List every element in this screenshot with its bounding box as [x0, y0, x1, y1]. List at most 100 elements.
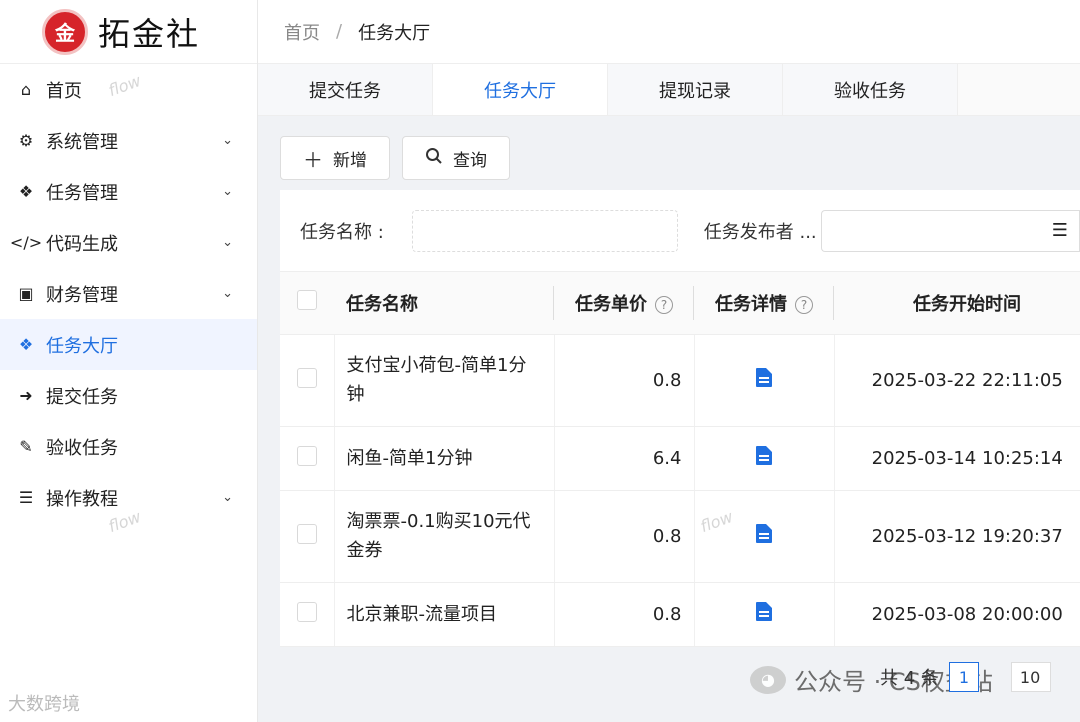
document-icon[interactable]: [756, 368, 772, 387]
table-row[interactable]: 北京兼职-流量项目 0.8 2025-03-08 20:00:00: [280, 582, 1080, 647]
sidebar-item-label: 验收任务: [46, 437, 118, 459]
sidebar: 金 拓金社 ⌂ 首页 ⚙ 系统管理 ⌄ ❖ 任务管理 ⌄ </> 代码生成 ⌄ ▣ 财务管理 ⌄ ❖ 任务大厅…: [0, 0, 258, 722]
breadcrumb-separator: /: [336, 21, 343, 42]
row-check-cell: [280, 490, 335, 583]
column-header-price: 任务单价?: [554, 272, 694, 335]
column-header-start-time-label: 任务开始时间: [913, 293, 1021, 315]
task-price-cell: 0.8: [554, 490, 695, 583]
task-name-cell: 淘票票-0.1购买10元代金券: [334, 490, 555, 583]
sidebar-menu: ⌂ 首页 ⚙ 系统管理 ⌄ ❖ 任务管理 ⌄ </> 代码生成 ⌄ ▣ 财务管理 ⌄ ❖ 任务大厅 ➜ 提交任务 ✎…: [0, 64, 257, 523]
tab-submit-task[interactable]: 提交任务: [258, 64, 433, 115]
home-icon: ⌂: [20, 80, 32, 99]
toolbar: ＋ 新增 查询: [280, 136, 510, 180]
page-button[interactable]: 1: [948, 662, 979, 692]
task-table: 任务名称 任务单价? 任务详情? 任务开始时间 支付宝小荷包-简单1分钟 0.8 2…: [280, 272, 1080, 647]
row-checkbox[interactable]: [296, 523, 317, 544]
sidebar-item-label: 提交任务: [46, 386, 118, 408]
task-price-cell: 6.4: [554, 426, 695, 491]
logo-text: 拓金社: [98, 14, 201, 53]
sidebar-item[interactable]: ✎ 验收任务: [0, 421, 257, 472]
row-check-cell: [280, 582, 335, 647]
sidebar-item[interactable]: ❖ 任务大厅: [0, 319, 257, 370]
add-button[interactable]: ＋ 新增: [280, 136, 390, 180]
task-name-cell: 闲鱼-简单1分钟: [334, 426, 555, 491]
logo[interactable]: 金 拓金社: [0, 0, 257, 64]
task-name-input[interactable]: [411, 209, 678, 252]
cogs-icon: ⚙: [18, 131, 34, 150]
task-name-label: 任务名称 :: [300, 221, 384, 243]
pagination: 共 4 条 1 10: [880, 662, 1051, 692]
help-icon[interactable]: ?: [795, 295, 813, 314]
task-detail-cell: [694, 582, 835, 647]
task-price-cell: 0.8: [554, 582, 695, 647]
sidebar-item[interactable]: ⚙ 系统管理 ⌄: [0, 115, 257, 166]
sidebar-item-label: 任务大厅: [46, 335, 118, 357]
tab-task-hall[interactable]: 任务大厅: [433, 64, 608, 115]
task-publisher-label: 任务发布者 ...: [703, 221, 817, 243]
row-checkbox[interactable]: [296, 601, 317, 622]
column-header-name-label: 任务名称: [346, 293, 418, 315]
total-count: 共 4 条: [880, 668, 939, 689]
task-detail-cell: [694, 334, 835, 427]
table-row[interactable]: 闲鱼-简单1分钟 6.4 2025-03-14 10:25:14: [280, 426, 1080, 491]
row-checkbox[interactable]: [296, 445, 317, 466]
sidebar-item-label: 代码生成: [46, 233, 118, 255]
more-options-button[interactable]: ☰: [1040, 209, 1080, 252]
task-publisher-input[interactable]: [820, 209, 1041, 252]
tab-accept-task[interactable]: 验收任务: [783, 64, 958, 115]
sidebar-item[interactable]: </> 代码生成 ⌄: [0, 217, 257, 268]
list-icon: ☰: [18, 488, 34, 507]
document-icon[interactable]: [756, 524, 772, 543]
bottom-watermark: 大数跨境: [8, 694, 80, 715]
row-check-cell: [280, 334, 335, 427]
query-button[interactable]: 查询: [402, 136, 510, 180]
arrow-right-icon: ➜: [19, 386, 33, 405]
cubes-icon: ❖: [18, 182, 34, 201]
sidebar-item-label: 财务管理: [46, 284, 118, 306]
help-icon[interactable]: ?: [655, 295, 673, 314]
query-button-label: 查询: [453, 150, 487, 171]
chevron-down-icon: ⌄: [222, 133, 233, 148]
sidebar-item[interactable]: ▣ 财务管理 ⌄: [0, 268, 257, 319]
sidebar-item-label: 系统管理: [46, 131, 118, 153]
add-button-label: 新增: [333, 150, 367, 171]
table-row[interactable]: 支付宝小荷包-简单1分钟 0.8 2025-03-22 22:11:05: [280, 334, 1080, 427]
header: 首页 / 任务大厅: [258, 0, 1080, 64]
chevron-down-icon: ⌄: [222, 184, 233, 199]
chevron-down-icon: ⌄: [222, 490, 233, 505]
table-header-row: 任务名称 任务单价? 任务详情? 任务开始时间: [280, 272, 1080, 335]
breadcrumb-home[interactable]: 首页: [284, 19, 320, 45]
tab-withdraw-records[interactable]: 提现记录: [608, 64, 783, 115]
cubes-icon: ❖: [18, 335, 34, 354]
page-size-select[interactable]: 10: [1010, 662, 1051, 692]
column-header-start-time: 任务开始时间: [834, 272, 1080, 335]
task-name-cell: 支付宝小荷包-简单1分钟: [334, 334, 555, 427]
breadcrumb-current: 任务大厅: [358, 22, 431, 44]
plus-icon: ＋: [303, 147, 323, 172]
money-icon: ▣: [18, 284, 34, 303]
chevron-down-icon: ⌄: [222, 286, 233, 301]
magic-icon: ✎: [19, 437, 33, 456]
document-icon[interactable]: [756, 446, 772, 465]
sidebar-item-label: 首页: [46, 80, 82, 102]
task-start-time-cell: 2025-03-12 19:20:37: [834, 490, 1080, 583]
column-header-detail: 任务详情?: [694, 272, 834, 335]
document-icon[interactable]: [756, 602, 772, 621]
select-all-cell: [280, 272, 334, 335]
select-all-checkbox[interactable]: [297, 290, 317, 311]
row-checkbox[interactable]: [296, 367, 317, 388]
task-start-time-cell: 2025-03-22 22:11:05: [834, 334, 1080, 427]
list-icon: ☰: [1051, 220, 1068, 241]
column-header-price-label: 任务单价: [575, 293, 647, 315]
sidebar-item-label: 任务管理: [46, 182, 118, 204]
code-icon: </>: [9, 233, 43, 252]
logo-mark: 金: [42, 8, 88, 55]
table-row[interactable]: 淘票票-0.1购买10元代金券 0.8 2025-03-12 19:20:37: [280, 490, 1080, 583]
wechat-icon: ◕: [750, 665, 786, 694]
sidebar-item[interactable]: ❖ 任务管理 ⌄: [0, 166, 257, 217]
task-detail-cell: [694, 490, 835, 583]
column-header-detail-label: 任务详情: [715, 293, 787, 315]
column-header-name: 任务名称: [334, 272, 554, 335]
sidebar-item-label: 操作教程: [46, 488, 118, 510]
sidebar-item[interactable]: ➜ 提交任务: [0, 370, 257, 421]
